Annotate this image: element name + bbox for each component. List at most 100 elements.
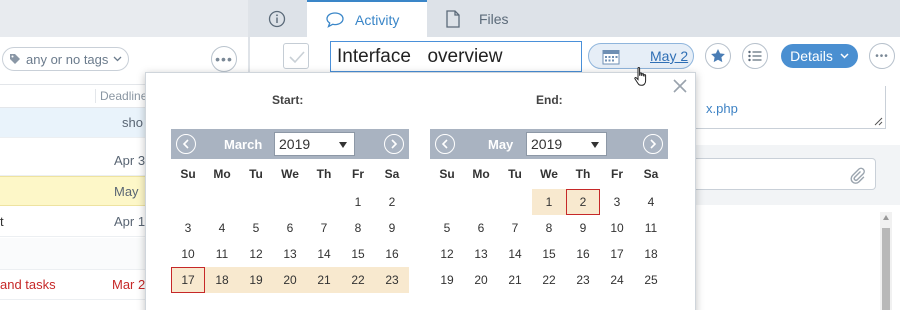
chevron-left-icon (182, 139, 189, 149)
scrollbar-thumb[interactable] (882, 228, 890, 310)
calendar-day[interactable]: 3 (600, 189, 634, 215)
prev-month-button[interactable] (176, 134, 196, 154)
description-link[interactable]: x.php (706, 101, 738, 116)
chevron-left-icon (441, 139, 448, 149)
task-title-input[interactable] (330, 41, 582, 72)
calendar-day[interactable]: 6 (273, 215, 307, 241)
calendar-day[interactable]: 6 (464, 215, 498, 241)
calendar-day[interactable]: 11 (205, 241, 239, 267)
calendar-day[interactable]: 23 (375, 267, 409, 293)
complete-checkbox[interactable] (283, 43, 309, 69)
caret-down-icon (591, 142, 599, 148)
calendar-week-row: 19 20 21 22 23 24 25 (430, 267, 668, 293)
calendar-day[interactable]: 9 (566, 215, 600, 241)
details-button[interactable]: Details (781, 44, 858, 68)
calendar-empty-cell (498, 189, 532, 215)
weekday-label: Tu (249, 167, 263, 181)
calendar-day[interactable]: 12 (430, 241, 464, 267)
calendar-day[interactable]: 2 (375, 189, 409, 215)
calendar-week-row: 1234 (430, 189, 668, 215)
calendar-day[interactable]: 1 (341, 189, 375, 215)
tab-activity[interactable]: Activity (307, 0, 427, 37)
tab-files-label: Files (479, 10, 509, 27)
calendar-day[interactable]: 14 (307, 241, 341, 267)
calendar-day[interactable]: 18 (205, 267, 239, 293)
task-more-button[interactable]: ••• (869, 43, 895, 69)
paperclip-icon[interactable] (848, 166, 866, 184)
calendar-day[interactable]: 17 (171, 267, 205, 293)
calendar-empty-cell (464, 189, 498, 215)
scroll-up-arrow-icon[interactable] (883, 215, 889, 220)
calendar-day[interactable]: 20 (273, 267, 307, 293)
list-toolbar (0, 0, 248, 37)
end-label: End: (536, 93, 563, 107)
calendar-day[interactable]: 16 (375, 241, 409, 267)
checkmark-icon (289, 51, 305, 64)
date-range-popup: Start: End: March 2019 Su Mo Tu We Th Fr Sa 12… (145, 72, 696, 310)
weekday-label: Mo (213, 167, 231, 181)
year-value: 2019 (279, 136, 311, 152)
calendar-day[interactable]: 17 (600, 241, 634, 267)
chevron-down-icon (113, 56, 122, 62)
list-more-button[interactable]: ••• (211, 46, 237, 72)
calendar-week-row: 12 (171, 189, 409, 215)
calendar-day[interactable]: 2 (566, 189, 600, 215)
weekday-label: Sa (643, 167, 659, 181)
resize-handle-icon[interactable] (874, 117, 883, 126)
deadline-column-header[interactable]: Deadline (95, 89, 147, 103)
calendar-day[interactable]: 8 (341, 215, 375, 241)
calendar-day[interactable]: 13 (273, 241, 307, 267)
calendar-day[interactable]: 8 (532, 215, 566, 241)
calendar-day[interactable]: 7 (498, 215, 532, 241)
tab-info[interactable] (268, 0, 290, 37)
end-calendar: May 2019 Su Mo Tu We Th Fr Sa 1 2 3 4 5 6 7 8 9 10 11 12 1… (430, 129, 668, 293)
calendar-day[interactable]: 22 (532, 267, 566, 293)
close-icon[interactable] (672, 78, 688, 94)
calendar-day[interactable]: 22 (341, 267, 375, 293)
calendar-day[interactable]: 4 (634, 189, 668, 215)
calendar-day[interactable]: 19 (239, 267, 273, 293)
calendar-day[interactable]: 1 (532, 189, 566, 215)
activity-scrollbar[interactable] (880, 212, 892, 310)
calendar-day[interactable]: 12 (239, 241, 273, 267)
next-month-button[interactable] (384, 134, 404, 154)
detail-tab-bar: Activity Files (250, 0, 900, 37)
priority-button[interactable] (705, 43, 731, 69)
prev-month-button[interactable] (435, 134, 455, 154)
calendar-day[interactable]: 23 (566, 267, 600, 293)
year-select[interactable]: 2019 (274, 132, 355, 156)
calendar-day[interactable]: 5 (239, 215, 273, 241)
calendar-day[interactable]: 21 (498, 267, 532, 293)
checklist-button[interactable] (742, 43, 768, 69)
year-select[interactable]: 2019 (526, 132, 607, 156)
calendar-day[interactable]: 24 (600, 267, 634, 293)
calendar-day[interactable]: 10 (600, 215, 634, 241)
calendar-day[interactable]: 10 (171, 241, 205, 267)
calendar-day[interactable]: 13 (464, 241, 498, 267)
calendar-day[interactable]: 14 (498, 241, 532, 267)
chevron-down-icon (840, 53, 849, 59)
calendar-day[interactable]: 4 (205, 215, 239, 241)
calendar-day[interactable]: 7 (307, 215, 341, 241)
calendar-day[interactable]: 19 (430, 267, 464, 293)
list-item-deadline: sho (122, 115, 143, 130)
calendar-day[interactable]: 9 (375, 215, 409, 241)
tab-files[interactable]: Files (445, 0, 525, 37)
calendar-header: May 2019 (430, 129, 668, 159)
tag-filter-dropdown[interactable]: any or no tags (2, 47, 130, 71)
calendar-day[interactable]: 3 (171, 215, 205, 241)
weekday-label: We (540, 167, 558, 181)
info-icon (268, 10, 286, 27)
calendar-day[interactable]: 21 (307, 267, 341, 293)
calendar-day[interactable]: 25 (634, 267, 668, 293)
weekday-row: Su Mo Tu We Th Fr Sa (171, 159, 409, 189)
next-month-button[interactable] (643, 134, 663, 154)
list-item-deadline: Apr 1 (114, 214, 146, 229)
calendar-day[interactable]: 15 (532, 241, 566, 267)
calendar-day[interactable]: 11 (634, 215, 668, 241)
calendar-day[interactable]: 16 (566, 241, 600, 267)
calendar-day[interactable]: 15 (341, 241, 375, 267)
calendar-day[interactable]: 20 (464, 267, 498, 293)
calendar-day[interactable]: 18 (634, 241, 668, 267)
calendar-day[interactable]: 5 (430, 215, 464, 241)
